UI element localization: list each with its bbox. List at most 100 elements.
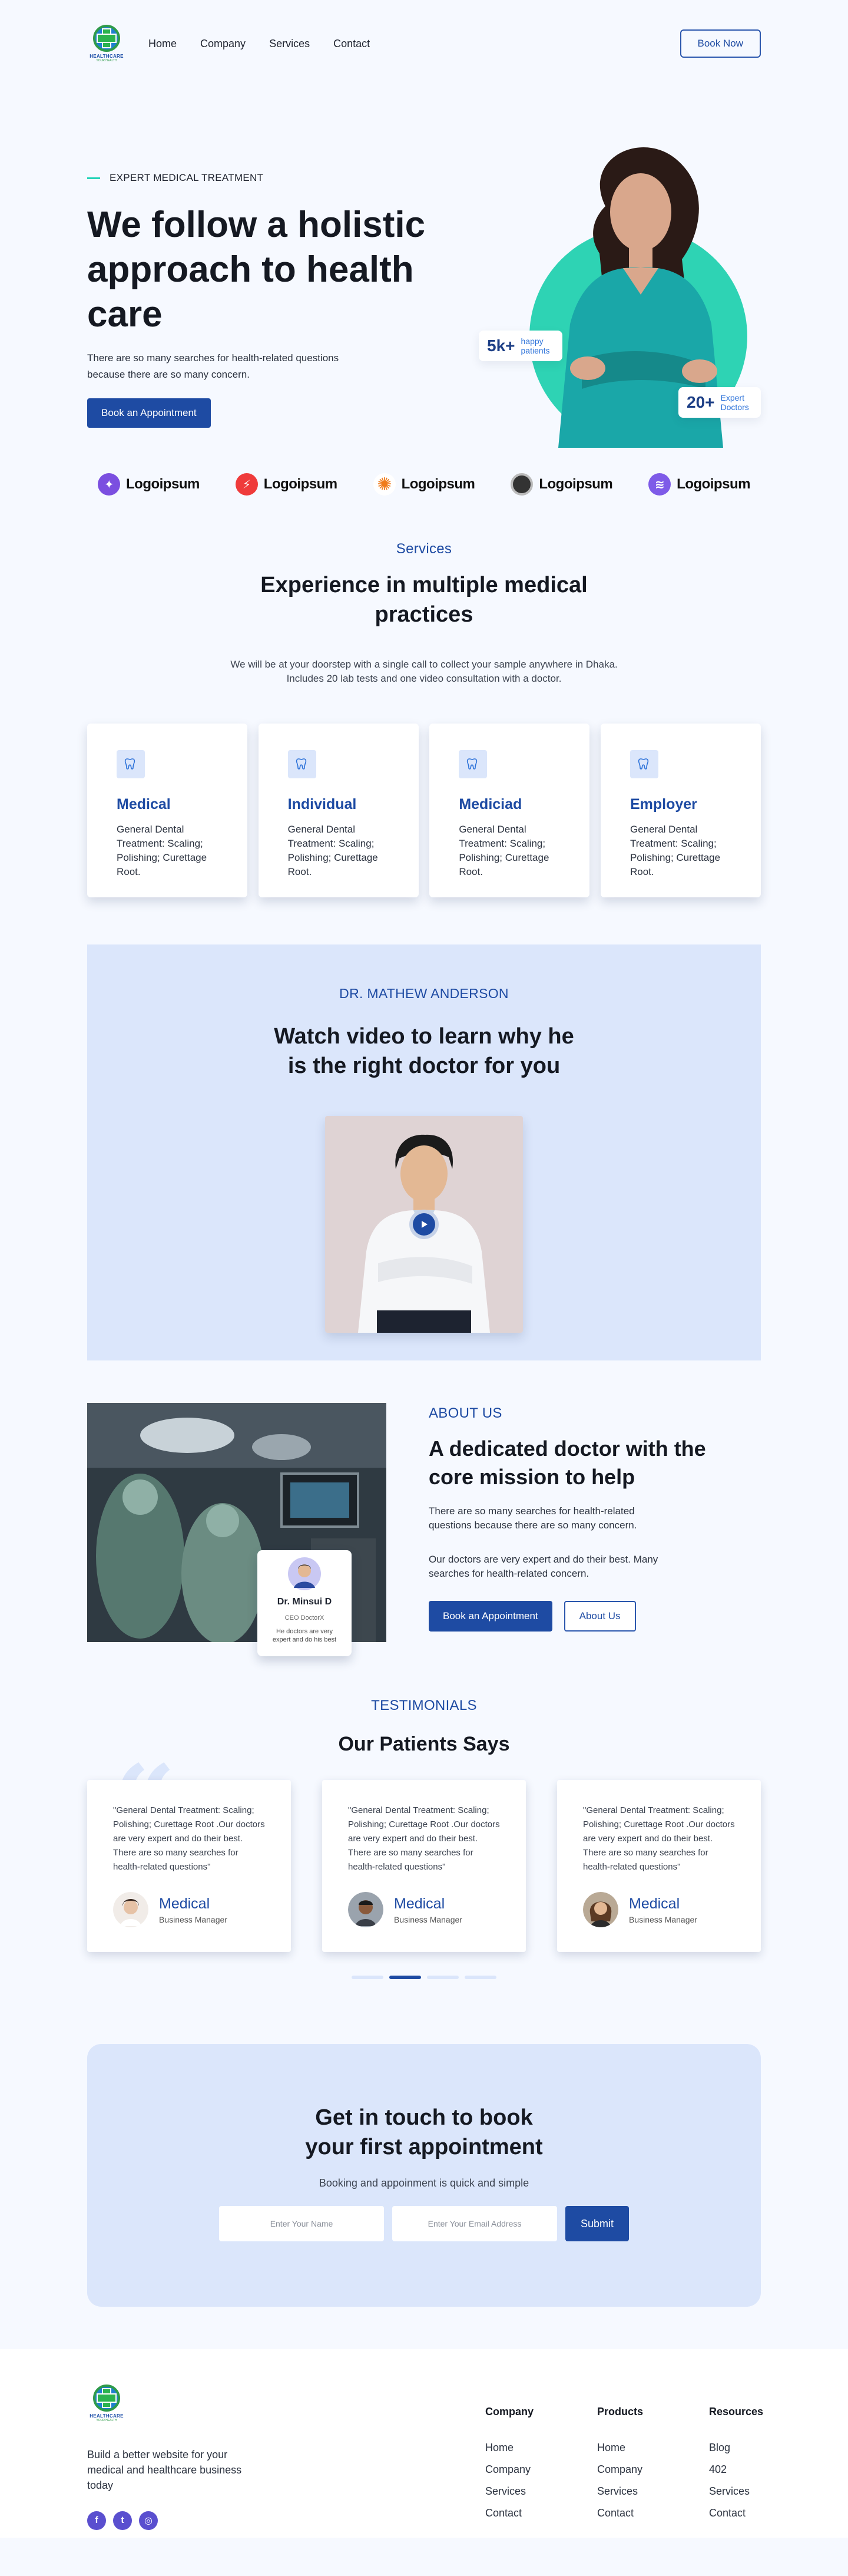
brand-logo[interactable]: HEALTHCARE YOUR HEALTH [87,25,126,62]
expert-doctors-label: Expert Doctors [720,393,749,412]
service-card-employer[interactable]: Employer General Dental Treatment: Scali… [600,724,761,897]
testimonial-quote: "General Dental Treatment: Scaling; Poli… [113,1805,265,1872]
footer-link[interactable]: Company [485,2463,597,2476]
footer-tagline: Build a better website for your medical … [87,2449,242,2491]
twitter-icon[interactable]: t [113,2511,132,2530]
about-paragraph-1: There are so many searches for health-re… [429,1505,637,1531]
submit-button[interactable]: Submit [565,2206,629,2241]
doctor-avatar [288,1557,321,1590]
service-card-mediciad[interactable]: Mediciad General Dental Treatment: Scali… [429,724,590,897]
footer-link[interactable]: Blog [709,2442,768,2454]
service-cards: Medical General Dental Treatment: Scalin… [87,724,761,897]
partner-logo-name: Logoipsum [677,476,750,492]
partner-logo-name: Logoipsum [126,476,200,492]
about-kicker: ABOUT US [429,1405,502,1421]
tooth-icon [287,750,316,778]
doctor-note: He doctors are very expert and do his be… [272,1628,337,1643]
partner-logo-name: Logoipsum [263,476,337,492]
footer-link[interactable]: Services [709,2485,768,2498]
partner-logo-1: ✦ Logoipsum [98,473,200,496]
testimonial-quote: "General Dental Treatment: Scaling; Poli… [348,1805,500,1872]
service-card-title: Employer [630,796,697,813]
service-card-text: General Dental Treatment: Scaling; Polis… [459,824,549,877]
about-us-button[interactable]: About Us [564,1601,636,1632]
carousel-dot-active[interactable] [389,1976,421,1979]
testimonials-section: “ ” TESTIMONIALS Our Patients Says "Gene… [87,1690,761,2044]
booking-cta: Get in touch to book your first appointm… [87,2044,761,2307]
footer-link[interactable]: Contact [485,2507,597,2519]
doctor-video[interactable] [325,1116,523,1333]
carousel-dots [87,1976,761,1979]
service-card-text: General Dental Treatment: Scaling; Polis… [630,824,721,877]
testimonial-cards: "General Dental Treatment: Scaling; Poli… [87,1780,761,1952]
tooth-icon [117,750,145,778]
email-input[interactable] [392,2206,557,2241]
carousel-dot[interactable] [427,1976,459,1979]
hero-title: We follow a holistic approach to health … [87,204,426,335]
carousel-dot[interactable] [352,1976,383,1979]
avatar [348,1892,383,1927]
happy-patients-badge: 5k+ happy patients [479,331,562,361]
service-card-medical[interactable]: Medical General Dental Treatment: Scalin… [87,724,247,897]
footer-link[interactable]: Services [597,2485,709,2498]
hero-book-appointment-button[interactable]: Book an Appointment [87,398,211,428]
testimonial-author: Medical Business Manager [113,1892,265,1927]
footer-link[interactable]: Contact [597,2507,709,2519]
about-section: Dr. Minsui D CEO DoctorX He doctors are … [87,1360,761,1690]
brand-name: HEALTHCARE [90,54,124,59]
avatar [583,1892,618,1927]
testimonial-role: Business Manager [159,1914,227,1924]
partner-logo-2: ⚡ Logoipsum [235,473,337,496]
testimonial-card: "General Dental Treatment: Scaling; Poli… [557,1780,761,1952]
about-book-appointment-button[interactable]: Book an Appointment [429,1601,552,1632]
service-card-text: General Dental Treatment: Scaling; Polis… [287,824,378,877]
about-title: A dedicated doctor with the core mission… [429,1436,706,1489]
instagram-icon[interactable]: ◎ [139,2511,158,2530]
footer-link[interactable]: 402 [709,2463,768,2476]
footer-link[interactable]: Company [597,2463,709,2476]
footer-columns: Company Home Company Services Contact Pr… [485,2406,768,2529]
brand-sub: YOUR HEALTH [96,2419,117,2422]
footer-column-title: Company [485,2406,534,2418]
bolt-logo-icon: ⚡ [235,473,258,496]
footer-link[interactable]: Contact [709,2507,768,2519]
video-kicker: DR. MATHEW ANDERSON [339,986,509,1001]
partner-logo-name: Logoipsum [539,476,613,492]
service-card-individual[interactable]: Individual General Dental Treatment: Sca… [258,724,419,897]
footer-link[interactable]: Services [485,2485,597,2498]
partner-logo-4: Logoipsum [511,473,613,496]
medical-cross-icon [93,2385,120,2412]
nav-link-contact[interactable]: Contact [333,38,370,50]
nav-link-home[interactable]: Home [148,38,177,50]
carousel-dot[interactable] [465,1976,496,1979]
diamond-logo-icon: ✦ [98,473,120,496]
testimonial-card: "General Dental Treatment: Scaling; Poli… [87,1780,291,1952]
name-input[interactable] [219,2206,384,2241]
footer-column-company: Company Home Company Services Contact [485,2406,597,2529]
footer-link[interactable]: Home [597,2442,709,2454]
orb-logo-icon [511,473,534,496]
tooth-icon [630,750,658,778]
partner-logo-3: ✺ Logoipsum [373,473,475,496]
about-content: ABOUT US A dedicated doctor with the cor… [429,1405,735,1632]
service-card-title: Medical [117,796,171,813]
partner-logos: ✦ Logoipsum ⚡ Logoipsum ✺ Logoipsum Logoips… [87,453,761,516]
nav-link-services[interactable]: Services [269,38,310,50]
testimonial-role: Business Manager [394,1914,462,1924]
testimonials-title: Our Patients Says [338,1733,510,1755]
footer-logo[interactable]: HEALTHCARE YOUR HEALTH [87,2385,126,2422]
social-links: f t ◎ [87,2511,158,2530]
hero-section: EXPERT MEDICAL TREATMENT We follow a hol… [87,87,761,453]
book-now-button[interactable]: Book Now [680,29,761,58]
cta-title: Get in touch to book your first appointm… [305,2105,543,2159]
hero-description: There are so many searches for health-re… [87,352,339,380]
play-icon[interactable] [409,1210,439,1239]
services-description: We will be at your doorstep with a singl… [230,659,618,684]
testimonial-name: Medical [394,1895,445,1912]
footer-link[interactable]: Home [485,2442,597,2454]
testimonial-role: Business Manager [629,1914,697,1924]
video-section: DR. MATHEW ANDERSON Watch video to learn… [87,944,761,1360]
nav-link-company[interactable]: Company [200,38,246,50]
testimonial-author: Medical Business Manager [583,1892,735,1927]
facebook-icon[interactable]: f [87,2511,106,2530]
